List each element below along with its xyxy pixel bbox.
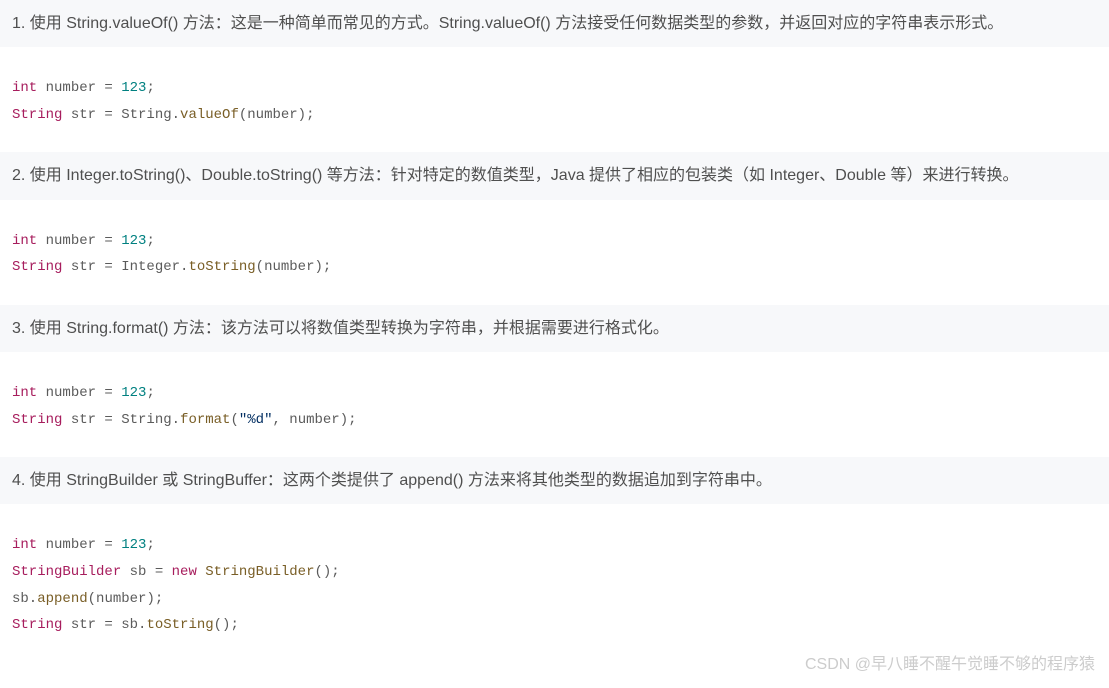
code-token: valueOf xyxy=(180,107,239,123)
code-block: int number = 123; StringBuilder sb = new… xyxy=(0,504,1109,662)
section-heading: 1. 使用 String.valueOf() 方法：这是一种简单而常见的方式。S… xyxy=(0,0,1109,47)
code-token: String xyxy=(12,107,62,123)
code-token: (); xyxy=(214,617,239,633)
code-token: int xyxy=(12,233,37,249)
code-token: "%d" xyxy=(239,412,273,428)
code-token: ; xyxy=(146,385,154,401)
code-token: ; xyxy=(146,537,154,553)
code-token: new xyxy=(172,564,197,580)
code-token: 123 xyxy=(121,537,146,553)
code-token: int xyxy=(12,80,37,96)
code-token: str = String. xyxy=(62,107,180,123)
code-token: (number); xyxy=(239,107,315,123)
code-token: (number); xyxy=(256,259,332,275)
code-token: (); xyxy=(314,564,339,580)
code-block: int number = 123; String str = String.fo… xyxy=(0,352,1109,457)
code-token: ( xyxy=(230,412,238,428)
code-token: int xyxy=(12,537,37,553)
code-token: toString xyxy=(146,617,213,633)
code-token: sb = xyxy=(121,564,171,580)
code-token: StringBuilder xyxy=(205,564,314,580)
code-token: String xyxy=(12,617,62,633)
code-token: str = sb. xyxy=(62,617,146,633)
code-token: , number); xyxy=(272,412,356,428)
code-token: str = Integer. xyxy=(62,259,188,275)
code-token: int xyxy=(12,385,37,401)
code-token: 123 xyxy=(121,385,146,401)
code-token: 123 xyxy=(121,233,146,249)
code-token xyxy=(197,564,205,580)
code-token: sb. xyxy=(12,591,37,607)
code-block: int number = 123; String str = String.va… xyxy=(0,47,1109,152)
code-token: number = xyxy=(37,233,121,249)
section-heading: 2. 使用 Integer.toString()、Double.toString… xyxy=(0,152,1109,199)
section-heading: 3. 使用 String.format() 方法：该方法可以将数值类型转换为字符… xyxy=(0,305,1109,352)
code-token: 123 xyxy=(121,80,146,96)
code-token: append xyxy=(37,591,87,607)
code-token: number = xyxy=(37,80,121,96)
code-token: str = String. xyxy=(62,412,180,428)
code-token: ; xyxy=(146,233,154,249)
section-heading: 4. 使用 StringBuilder 或 StringBuffer：这两个类提… xyxy=(0,457,1109,504)
code-block: int number = 123; String str = Integer.t… xyxy=(0,200,1109,305)
code-token: toString xyxy=(188,259,255,275)
code-token: StringBuilder xyxy=(12,564,121,580)
code-token: number = xyxy=(37,537,121,553)
code-token: String xyxy=(12,412,62,428)
code-token: number = xyxy=(37,385,121,401)
code-token: (number); xyxy=(88,591,164,607)
code-token: format xyxy=(180,412,230,428)
code-token: String xyxy=(12,259,62,275)
code-token: ; xyxy=(146,80,154,96)
